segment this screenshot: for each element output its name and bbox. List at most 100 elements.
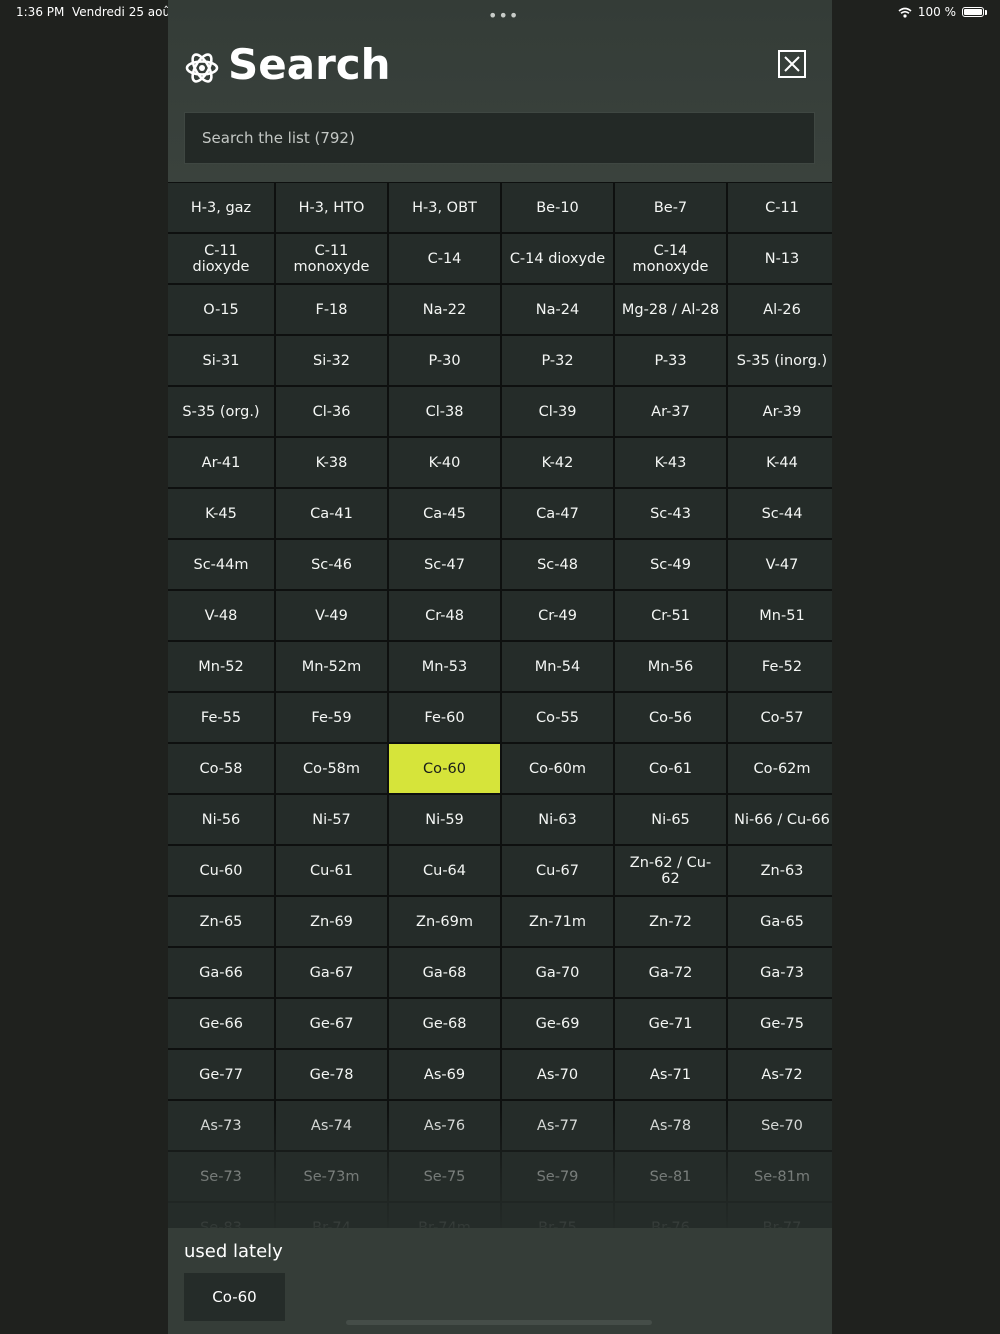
nuclide-cell[interactable]: Ar-41	[168, 438, 274, 487]
nuclide-cell[interactable]: Be-10	[502, 183, 613, 232]
nuclide-cell[interactable]: As-76	[389, 1101, 500, 1150]
nuclide-cell[interactable]: Se-73	[168, 1152, 274, 1201]
nuclide-cell[interactable]: Fe-52	[728, 642, 832, 691]
nuclide-cell[interactable]: Be-7	[615, 183, 726, 232]
nuclide-cell[interactable]: Ga-73	[728, 948, 832, 997]
close-button[interactable]	[778, 50, 806, 78]
nuclide-cell[interactable]: Co-60m	[502, 744, 613, 793]
nuclide-cell[interactable]: S-35 (org.)	[168, 387, 274, 436]
nuclide-cell[interactable]: F-18	[276, 285, 387, 334]
nuclide-cell[interactable]: Ni-66 / Cu-66	[728, 795, 832, 844]
search-field[interactable]	[184, 112, 815, 164]
nuclide-cell[interactable]: Se-83	[168, 1203, 274, 1228]
nuclide-cell[interactable]: Zn-63	[728, 846, 832, 895]
nuclide-cell[interactable]: Ni-63	[502, 795, 613, 844]
nuclide-cell[interactable]: Se-81m	[728, 1152, 832, 1201]
nuclide-cell[interactable]: Br-76	[615, 1203, 726, 1228]
nuclide-cell[interactable]: Zn-69m	[389, 897, 500, 946]
nuclide-cell[interactable]: Mn-53	[389, 642, 500, 691]
nuclide-cell[interactable]: Zn-62 / Cu-62	[615, 846, 726, 895]
nuclide-cell[interactable]: Fe-55	[168, 693, 274, 742]
nuclide-cell[interactable]: Ge-77	[168, 1050, 274, 1099]
nuclide-cell[interactable]: P-32	[502, 336, 613, 385]
nuclide-cell[interactable]: Mn-54	[502, 642, 613, 691]
nuclide-cell[interactable]: Ga-70	[502, 948, 613, 997]
nuclide-cell[interactable]: Ga-65	[728, 897, 832, 946]
nuclide-cell[interactable]: Cu-64	[389, 846, 500, 895]
nuclide-cell[interactable]: Co-55	[502, 693, 613, 742]
nuclide-cell[interactable]: Ge-67	[276, 999, 387, 1048]
nuclide-cell[interactable]: Si-31	[168, 336, 274, 385]
recent-item[interactable]: Co-60	[184, 1273, 285, 1321]
nuclide-cell[interactable]: K-44	[728, 438, 832, 487]
nuclide-cell[interactable]: Zn-65	[168, 897, 274, 946]
nuclide-cell[interactable]: Ge-69	[502, 999, 613, 1048]
nuclide-cell[interactable]: Sc-44m	[168, 540, 274, 589]
nuclide-cell[interactable]: Se-75	[389, 1152, 500, 1201]
nuclide-cell[interactable]: Co-58	[168, 744, 274, 793]
nuclide-cell[interactable]: Se-81	[615, 1152, 726, 1201]
nuclide-cell[interactable]: K-40	[389, 438, 500, 487]
nuclide-cell[interactable]: Co-58m	[276, 744, 387, 793]
nuclide-cell[interactable]: Br-74	[276, 1203, 387, 1228]
nuclide-cell[interactable]: Zn-72	[615, 897, 726, 946]
nuclide-cell[interactable]: C-14	[389, 234, 500, 283]
nuclide-cell-selected[interactable]: Co-60	[389, 744, 500, 793]
nuclide-cell[interactable]: N-13	[728, 234, 832, 283]
nuclide-cell[interactable]: Fe-59	[276, 693, 387, 742]
nuclide-cell[interactable]: Na-22	[389, 285, 500, 334]
nuclide-cell[interactable]: Ge-68	[389, 999, 500, 1048]
nuclide-cell[interactable]: Co-62m	[728, 744, 832, 793]
nuclide-cell[interactable]: Co-56	[615, 693, 726, 742]
nuclide-cell[interactable]: Mg-28 / Al-28	[615, 285, 726, 334]
nuclide-cell[interactable]: Ge-71	[615, 999, 726, 1048]
nuclide-cell[interactable]: V-48	[168, 591, 274, 640]
nuclide-cell[interactable]: As-70	[502, 1050, 613, 1099]
search-input[interactable]	[185, 113, 814, 163]
nuclide-cell[interactable]: Cu-61	[276, 846, 387, 895]
nuclide-cell[interactable]: C-11 dioxyde	[168, 234, 274, 283]
nuclide-cell[interactable]: Ni-56	[168, 795, 274, 844]
nuclide-cell[interactable]: Ga-66	[168, 948, 274, 997]
nuclide-cell[interactable]: K-42	[502, 438, 613, 487]
nuclide-grid-container[interactable]: H-3, gaz H-3, HTO H-3, OBT Be-10 Be-7 C-11 C-1…	[168, 182, 832, 1228]
nuclide-cell[interactable]: H-3, gaz	[168, 183, 274, 232]
nuclide-cell[interactable]: As-77	[502, 1101, 613, 1150]
nuclide-cell[interactable]: K-45	[168, 489, 274, 538]
nuclide-cell[interactable]: Ge-75	[728, 999, 832, 1048]
nuclide-cell[interactable]: Br-75	[502, 1203, 613, 1228]
nuclide-cell[interactable]: Ni-59	[389, 795, 500, 844]
nuclide-cell[interactable]: Sc-48	[502, 540, 613, 589]
nuclide-cell[interactable]: As-74	[276, 1101, 387, 1150]
nuclide-cell[interactable]: K-43	[615, 438, 726, 487]
nuclide-cell[interactable]: Br-74m	[389, 1203, 500, 1228]
nuclide-cell[interactable]: V-47	[728, 540, 832, 589]
nuclide-cell[interactable]: Ga-67	[276, 948, 387, 997]
nuclide-cell[interactable]: As-69	[389, 1050, 500, 1099]
nuclide-cell[interactable]: C-14 monoxyde	[615, 234, 726, 283]
nuclide-cell[interactable]: P-30	[389, 336, 500, 385]
nuclide-cell[interactable]: Co-57	[728, 693, 832, 742]
nuclide-cell[interactable]: Mn-52m	[276, 642, 387, 691]
nuclide-cell[interactable]: Br-77	[728, 1203, 832, 1228]
nuclide-cell[interactable]: Ga-72	[615, 948, 726, 997]
nuclide-cell[interactable]: C-11 monoxyde	[276, 234, 387, 283]
grabber-handle[interactable]: •••	[488, 6, 519, 25]
nuclide-cell[interactable]: Sc-47	[389, 540, 500, 589]
nuclide-cell[interactable]: V-49	[276, 591, 387, 640]
nuclide-cell[interactable]: H-3, HTO	[276, 183, 387, 232]
nuclide-cell[interactable]: As-78	[615, 1101, 726, 1150]
nuclide-cell[interactable]: Cu-60	[168, 846, 274, 895]
nuclide-cell[interactable]: Cl-38	[389, 387, 500, 436]
nuclide-cell[interactable]: Se-70	[728, 1101, 832, 1150]
nuclide-cell[interactable]: Ni-65	[615, 795, 726, 844]
nuclide-cell[interactable]: Cl-36	[276, 387, 387, 436]
nuclide-cell[interactable]: As-72	[728, 1050, 832, 1099]
nuclide-cell[interactable]: Sc-44	[728, 489, 832, 538]
nuclide-cell[interactable]: Na-24	[502, 285, 613, 334]
nuclide-cell[interactable]: Se-79	[502, 1152, 613, 1201]
nuclide-cell[interactable]: Ar-37	[615, 387, 726, 436]
nuclide-cell[interactable]: Cr-51	[615, 591, 726, 640]
nuclide-cell[interactable]: C-14 dioxyde	[502, 234, 613, 283]
nuclide-cell[interactable]: H-3, OBT	[389, 183, 500, 232]
